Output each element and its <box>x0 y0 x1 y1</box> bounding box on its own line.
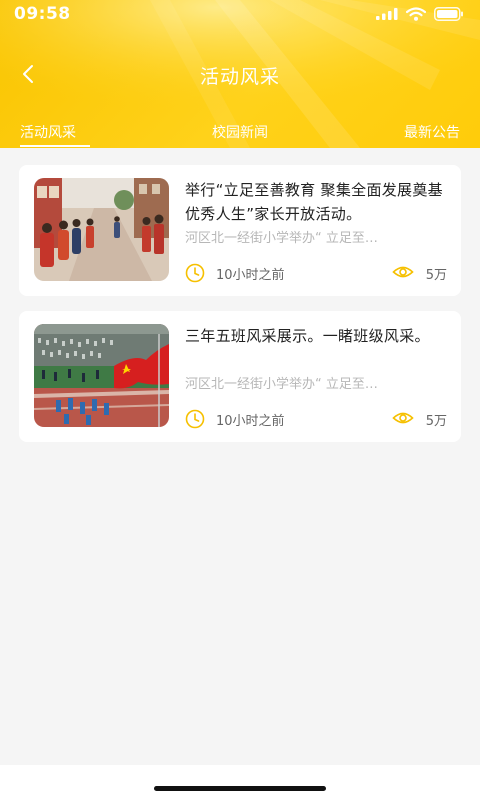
article-meta: 10小时之前 5万 <box>185 263 447 283</box>
article-card[interactable]: 举行“立足至善教育 聚集全面发展奠基优秀人生”家长开放活动。 河区北一经街小学举… <box>19 165 461 296</box>
home-indicator[interactable] <box>154 786 326 791</box>
tab-announcements[interactable]: 最新公告 <box>404 122 460 142</box>
view-count: 5万 <box>425 414 447 429</box>
photo-class-showcase <box>34 324 169 427</box>
status-icons <box>376 7 464 21</box>
wifi-icon <box>406 7 426 21</box>
article-thumbnail <box>34 324 169 427</box>
publish-time: 10小时之前 <box>216 414 285 429</box>
article-summary: 河区北一经街小学举办“ 立足至… <box>185 377 378 392</box>
article-summary: 河区北一经街小学举办“ 立足至… <box>185 231 378 246</box>
eye-icon <box>392 412 414 424</box>
article-meta: 10小时之前 5万 <box>185 409 447 429</box>
article-title: 三年五班风采展示。一睹班级风采。 <box>185 327 430 345</box>
clock-icon <box>185 409 205 429</box>
header: 09:58 活动风采 活动风采 校园新闻 最新公告 <box>0 0 480 148</box>
battery-icon <box>434 7 463 21</box>
article-thumbnail <box>34 178 169 281</box>
eye-icon <box>392 266 414 278</box>
status-time: 09:58 <box>14 4 71 24</box>
tab-bar: 活动风采 校园新闻 最新公告 <box>0 118 480 148</box>
article-card[interactable]: 三年五班风采展示。一睹班级风采。 河区北一经街小学举办“ 立足至… 10小时之前… <box>19 311 461 442</box>
status-bar: 09:58 <box>0 0 480 30</box>
article-title: 举行“立足至善教育 聚集全面发展奠基优秀人生”家长开放活动。 <box>185 181 443 223</box>
clock-icon <box>185 263 205 283</box>
view-count: 5万 <box>425 268 447 283</box>
active-tab-indicator <box>20 145 90 147</box>
page-title: 活动风采 <box>199 66 280 88</box>
bottom-bar <box>0 765 480 800</box>
photo-parents-open-day <box>34 178 169 281</box>
tab-campus-news[interactable]: 校园新闻 <box>212 122 268 142</box>
signal-icon <box>376 8 398 20</box>
publish-time: 10小时之前 <box>216 268 285 283</box>
